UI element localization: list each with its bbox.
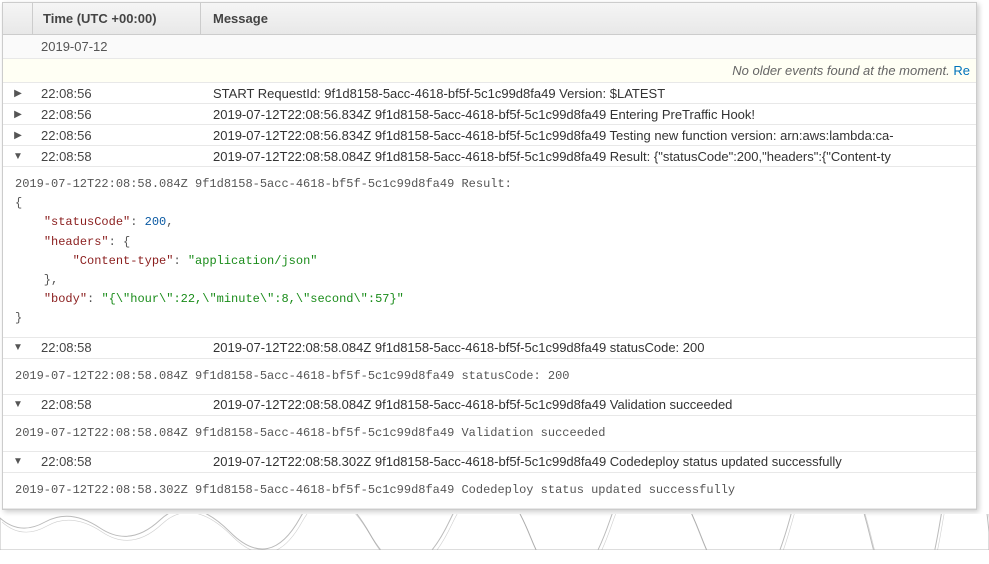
log-message: 2019-07-12T22:08:58.084Z 9f1d8158-5acc-4… [201,149,976,164]
expand-toggle-icon[interactable]: ▼ [3,151,33,162]
log-time: 22:08:58 [33,340,201,355]
log-message: START RequestId: 9f1d8158-5acc-4618-bf5f… [201,86,976,101]
retry-link[interactable]: Re [953,63,970,78]
expand-toggle-icon[interactable]: ▼ [3,342,33,353]
log-detail: 2019-07-12T22:08:58.084Z 9f1d8158-5acc-4… [3,359,976,395]
expand-toggle-icon[interactable]: ▼ [3,456,33,467]
log-row[interactable]: ▼22:08:582019-07-12T22:08:58.302Z 9f1d81… [3,452,976,473]
expand-toggle-icon[interactable]: ▼ [3,399,33,410]
table-header: Time (UTC +00:00) Message [3,3,976,35]
torn-edge-decoration [0,514,989,550]
log-table: Time (UTC +00:00) Message 2019-07-12 No … [2,2,977,510]
log-message: 2019-07-12T22:08:58.084Z 9f1d8158-5acc-4… [201,397,976,412]
log-time: 22:08:56 [33,86,201,101]
log-row[interactable]: ▶22:08:56START RequestId: 9f1d8158-5acc-… [3,83,976,104]
expand-toggle-icon[interactable]: ▶ [3,88,33,99]
log-row[interactable]: ▶22:08:562019-07-12T22:08:56.834Z 9f1d81… [3,104,976,125]
header-time[interactable]: Time (UTC +00:00) [33,3,201,34]
date-group-row: 2019-07-12 [3,35,976,59]
log-message: 2019-07-12T22:08:58.302Z 9f1d8158-5acc-4… [201,454,976,469]
info-banner-text: No older events found at the moment. [732,63,950,78]
info-banner: No older events found at the moment. Re [3,59,976,83]
log-row[interactable]: ▶22:08:562019-07-12T22:08:56.834Z 9f1d81… [3,125,976,146]
log-row[interactable]: ▼22:08:582019-07-12T22:08:58.084Z 9f1d81… [3,395,976,416]
log-time: 22:08:58 [33,454,201,469]
expand-toggle-icon[interactable]: ▶ [3,130,33,141]
header-message[interactable]: Message [201,3,976,34]
log-detail-json: 2019-07-12T22:08:58.084Z 9f1d8158-5acc-4… [3,167,976,338]
log-message: 2019-07-12T22:08:58.084Z 9f1d8158-5acc-4… [201,340,976,355]
log-message: 2019-07-12T22:08:56.834Z 9f1d8158-5acc-4… [201,107,976,122]
log-row[interactable]: ▼22:08:582019-07-12T22:08:58.084Z 9f1d81… [3,338,976,359]
log-time: 22:08:58 [33,397,201,412]
log-time: 22:08:56 [33,107,201,122]
log-time: 22:08:56 [33,128,201,143]
log-time: 22:08:58 [33,149,201,164]
log-message: 2019-07-12T22:08:56.834Z 9f1d8158-5acc-4… [201,128,976,143]
header-expand-col [3,3,33,34]
log-detail: 2019-07-12T22:08:58.302Z 9f1d8158-5acc-4… [3,473,976,509]
expand-toggle-icon[interactable]: ▶ [3,109,33,120]
log-detail: 2019-07-12T22:08:58.084Z 9f1d8158-5acc-4… [3,416,976,452]
log-row[interactable]: ▼22:08:582019-07-12T22:08:58.084Z 9f1d81… [3,146,976,167]
